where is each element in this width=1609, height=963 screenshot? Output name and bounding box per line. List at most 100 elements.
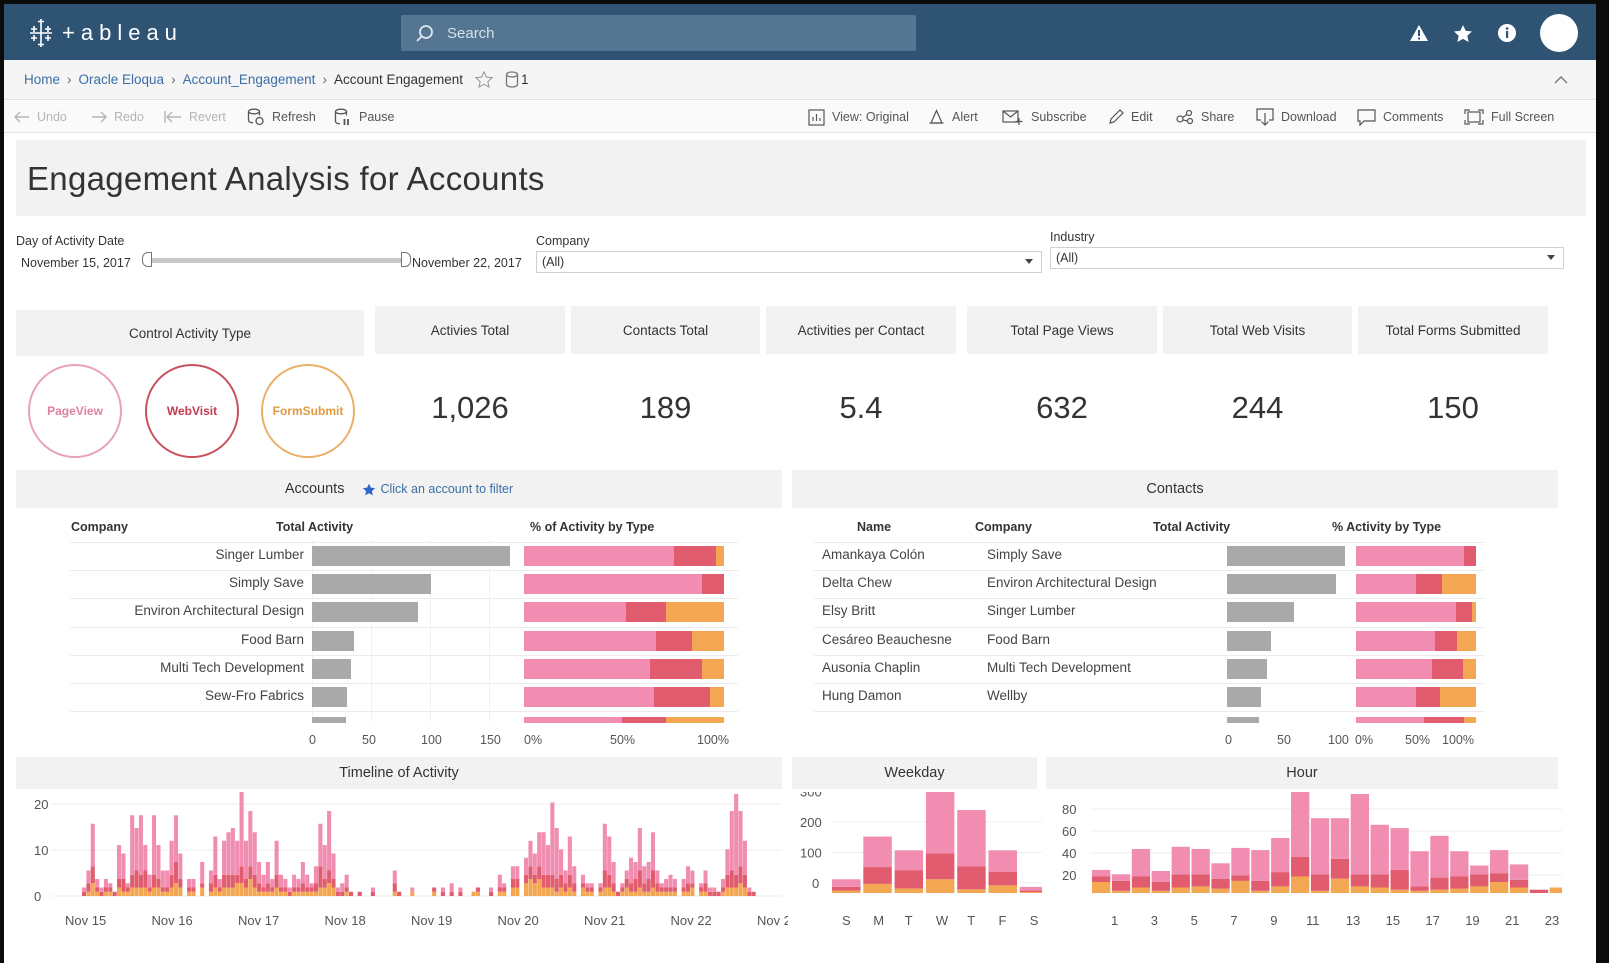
formsubmit-bar[interactable] — [720, 891, 726, 896]
pageview-bar[interactable] — [1470, 865, 1489, 875]
webvisit-bar[interactable] — [703, 883, 708, 892]
pageview-bar[interactable] — [550, 802, 555, 875]
formsubmit-segment[interactable] — [1440, 687, 1476, 707]
webvisit-bar[interactable] — [274, 874, 279, 888]
formsubmit-bar[interactable] — [611, 891, 616, 896]
webvisit-bar[interactable] — [563, 883, 568, 892]
pageview-bar[interactable] — [580, 874, 586, 884]
webvisit-bar[interactable] — [226, 874, 231, 888]
webvisit-bar[interactable] — [222, 874, 227, 888]
formsubmit-bar[interactable] — [650, 887, 656, 897]
formsubmit-bar[interactable] — [589, 891, 594, 896]
formsubmit-bar[interactable] — [143, 887, 148, 897]
pageview-bar[interactable] — [646, 862, 651, 879]
formsubmit-bar[interactable] — [344, 891, 349, 896]
formsubmit-bar[interactable] — [655, 891, 660, 896]
view-original-button[interactable]: View: Original — [808, 101, 909, 133]
webvisit-bar[interactable] — [720, 887, 726, 892]
formsubmit-bar[interactable] — [235, 883, 240, 896]
webvisit-bar[interactable] — [95, 887, 100, 892]
pageview-bar[interactable] — [243, 840, 249, 879]
contact-name[interactable]: Ausonia Chaplin — [822, 660, 920, 675]
pageview-bar[interactable] — [309, 883, 314, 888]
pageview-bar[interactable] — [1092, 869, 1111, 877]
webvisit-bar[interactable] — [357, 891, 362, 896]
pageview-bar[interactable] — [1171, 846, 1190, 875]
formsubmit-bar[interactable] — [894, 888, 924, 893]
contact-total-activity-bar[interactable] — [1227, 630, 1271, 651]
pageview-bar[interactable] — [296, 879, 301, 888]
pageview-bar[interactable] — [528, 840, 533, 867]
webvisit-bar[interactable] — [200, 883, 205, 888]
pageview-bar[interactable] — [567, 836, 572, 875]
webvisit-bar[interactable] — [524, 874, 529, 884]
webvisit-bar[interactable] — [278, 887, 284, 892]
formsubmit-bar[interactable] — [957, 889, 986, 893]
webvisit-bar[interactable] — [716, 891, 721, 896]
webvisit-bar[interactable] — [988, 871, 1018, 886]
pageview-bar[interactable] — [318, 823, 323, 867]
pageview-bar[interactable] — [392, 870, 397, 884]
formsubmit-bar[interactable] — [659, 891, 664, 896]
formsubmit-bar[interactable] — [607, 887, 612, 897]
webvisit-bar[interactable] — [925, 853, 955, 880]
account-company-name[interactable]: Sew-Fro Fabrics — [205, 688, 304, 703]
pageview-segment[interactable] — [1356, 602, 1456, 623]
pageview-bar[interactable] — [235, 840, 240, 875]
pageview-bar[interactable] — [300, 862, 305, 884]
pageview-bar[interactable] — [173, 815, 178, 862]
pageview-bar[interactable] — [270, 879, 275, 888]
webvisit-bar[interactable] — [528, 866, 533, 879]
formsubmit-bar[interactable] — [510, 887, 515, 897]
pageview-bar[interactable] — [90, 823, 95, 867]
webvisit-bar[interactable] — [82, 891, 87, 896]
webvisit-bar[interactable] — [292, 887, 297, 892]
edit-button[interactable]: Edit — [1108, 101, 1153, 133]
account-total-activity-bar[interactable] — [312, 717, 347, 724]
formsubmit-bar[interactable] — [502, 891, 507, 896]
pageview-bar[interactable] — [685, 866, 691, 884]
webvisit-segment[interactable] — [1416, 574, 1443, 595]
webvisit-bar[interactable] — [90, 866, 95, 884]
formsubmit-bar[interactable] — [668, 891, 673, 896]
webvisit-bar[interactable] — [1529, 889, 1549, 893]
webvisit-bar[interactable] — [230, 874, 235, 888]
formsubmit-bar[interactable] — [703, 891, 708, 896]
formsubmit-bar[interactable] — [1509, 887, 1529, 894]
pageview-bar[interactable] — [165, 870, 170, 888]
formsubmit-bar[interactable] — [672, 891, 677, 896]
star-icon[interactable] — [1452, 22, 1474, 44]
pageview-bar[interactable] — [200, 862, 205, 884]
formsubmit-bar[interactable] — [305, 891, 310, 896]
webvisit-bar[interactable] — [1092, 876, 1111, 883]
webvisit-bar[interactable] — [1330, 858, 1350, 879]
account-company-name[interactable]: Singer Lumber — [215, 547, 304, 562]
webvisit-bar[interactable] — [637, 870, 642, 888]
pageview-bar[interactable] — [1211, 863, 1230, 879]
webvisit-bar[interactable] — [607, 874, 612, 888]
webvisit-bar[interactable] — [1191, 874, 1210, 887]
pageview-bar[interactable] — [292, 874, 297, 888]
webvisit-bar[interactable] — [265, 883, 270, 892]
subscribe-button[interactable]: Subscribe — [1002, 101, 1087, 133]
pageview-bar[interactable] — [121, 853, 126, 880]
pageview-segment[interactable] — [524, 687, 654, 707]
pageview-bar[interactable] — [712, 887, 717, 892]
webvisit-bar[interactable] — [248, 866, 253, 879]
formsubmit-bar[interactable] — [572, 891, 577, 896]
formsubmit-bar[interactable] — [580, 887, 586, 897]
formsubmit-bar[interactable] — [1410, 890, 1429, 893]
webvisit-bar[interactable] — [217, 887, 222, 892]
webvisit-bar[interactable] — [1310, 874, 1330, 891]
webvisit-bar[interactable] — [340, 891, 345, 896]
pageview-bar[interactable] — [598, 883, 603, 888]
webvisit-bar[interactable] — [305, 887, 310, 892]
webvisit-bar[interactable] — [156, 879, 161, 888]
pageview-bar[interactable] — [265, 862, 270, 884]
webvisit-toggle[interactable]: WebVisit — [145, 364, 239, 458]
webvisit-bar[interactable] — [239, 866, 244, 884]
pageview-bar[interactable] — [747, 887, 752, 892]
webvisit-bar[interactable] — [650, 870, 656, 888]
formsubmit-bar[interactable] — [832, 890, 861, 893]
pageview-bar[interactable] — [655, 870, 660, 884]
